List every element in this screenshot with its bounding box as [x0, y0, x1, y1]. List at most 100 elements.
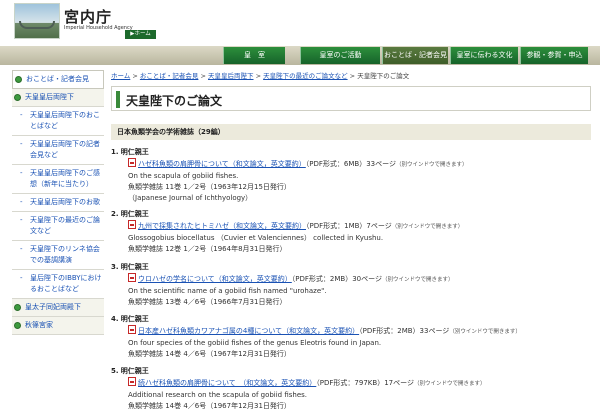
sidebar-item-okotoba[interactable]: おことば・記者会見: [12, 70, 104, 89]
paper-entry: 5. 明仁親王 続ハゼ科魚類の肩胛骨について （和文論文，英文要約）（PDF形式：…: [111, 366, 591, 412]
dash-icon: -: [20, 245, 23, 253]
dash-icon: -: [20, 169, 23, 177]
sidebar-item[interactable]: - 天皇陛下のリンネ協会での基調講演: [12, 241, 104, 270]
sidebar-item[interactable]: 皇太子同妃両殿下: [12, 299, 104, 317]
paper-journal: 魚類学雑誌 12巻 1／2号（1964年8月31日発行）: [128, 245, 287, 253]
breadcrumb-separator: >: [198, 72, 208, 80]
paper-author: 明仁親王: [120, 263, 149, 271]
global-nav: 皇 室 皇室のご活動 おことば・記者会見 皇室に伝わる文化 参観・参賀・申込: [0, 46, 600, 65]
paper-heading: 1. 明仁親王: [111, 147, 591, 158]
breadcrumb-separator: >: [253, 72, 264, 80]
paper-pdf-link[interactable]: 九州で採集されたヒトミハゼ（和文論文，英文要約）: [138, 222, 306, 230]
gnav-bunka[interactable]: 皇室に伝わる文化: [450, 47, 518, 64]
paper-heading: 2. 明仁親王: [111, 209, 591, 220]
sidebar-item-label: 天皇皇后両陛下の記者会見など: [30, 140, 100, 159]
pdf-icon: [128, 158, 136, 167]
paper-entry: 3. 明仁親王 ウロハゼの学名について（和文論文，英文要約）（PDF形式：2MB）…: [111, 262, 591, 308]
paper-english: On the scapula of gobiid fishes.: [128, 172, 239, 180]
page-title: 天皇陛下のご論文: [126, 94, 223, 108]
bullet-icon: [14, 94, 21, 101]
dash-icon: -: [20, 198, 23, 206]
paper-heading: 5. 明仁親王: [111, 366, 591, 377]
breadcrumb: ホーム > おことば・記者会見 > 天皇皇后両陛下 > 天皇陛下の最近のご論文な…: [111, 70, 591, 80]
sidebar-item[interactable]: - 天皇皇后両陛下のお歌: [12, 194, 104, 212]
breadcrumb-link[interactable]: ホーム: [111, 72, 130, 80]
paper-author: 明仁親王: [120, 315, 149, 323]
sidebar: おことば・記者会見 天皇皇后両陛下 - 天皇皇后両陛下のおことばなど - 天皇皇后両陛下…: [12, 70, 104, 335]
dash-icon: -: [20, 274, 23, 282]
paper-link-line: 九州で採集されたヒトミハゼ（和文論文，英文要約）（PDF形式：1MB）7ページ（…: [111, 220, 591, 233]
sidebar-item-label: 皇太子同妃両殿下: [25, 303, 81, 311]
sidebar-item-label: 天皇陛下のリンネ協会での基調講演: [30, 245, 100, 264]
sidebar-item[interactable]: - 天皇皇后両陛下のご感想（新年に当たり）: [12, 165, 104, 194]
paper-author: 明仁親王: [120, 210, 149, 218]
paper-pdf-link[interactable]: 続ハゼ科魚類の肩胛骨について （和文論文，英文要約）: [138, 379, 316, 387]
paper-english: Glossogobius biocellatus （Cuvier et Vale…: [128, 234, 384, 242]
breadcrumb-link[interactable]: おことば・記者会見: [140, 72, 199, 80]
sidebar-item-label: 天皇陛下の最近のご論文など: [30, 216, 100, 235]
sidebar-item[interactable]: 秋篠宮家: [12, 317, 104, 335]
paper-file-meta: （PDF形式：2MB）33ページ: [359, 327, 450, 335]
breadcrumb-separator: >: [347, 72, 358, 80]
new-window-note: （別ウインドウで開きます）: [413, 381, 486, 387]
paper-pdf-link[interactable]: ウロハゼの学名について（和文論文，英文要約）: [138, 275, 292, 283]
bullet-icon: [15, 76, 22, 83]
paper-number: 1.: [111, 148, 119, 156]
gnav-katsudo[interactable]: 皇室のご活動: [300, 47, 380, 64]
sidebar-item-label: 皇后陛下のIBBYにおけるおことばなど: [30, 274, 102, 293]
paper-link-line: ハゼ科魚類の肩胛骨について（和文論文，英文要約）（PDF形式：6MB）33ページ…: [111, 158, 591, 171]
paper-link-line: 日本産ハゼ科魚類カワアナゴ属の4種について（和文論文，英文要約）（PDF形式：2…: [111, 325, 591, 338]
paper-link-line: ウロハゼの学名について（和文論文，英文要約）（PDF形式：2MB）30ページ（別…: [111, 273, 591, 286]
dash-icon: -: [20, 140, 23, 148]
sidebar-list: 天皇皇后両陛下 - 天皇皇后両陛下のおことばなど - 天皇皇后両陛下の記者会見など - 天皇…: [12, 89, 104, 335]
site-header: 宮内庁 Imperial Household Agency ▶ホーム: [0, 0, 600, 46]
gnav-koshitsu[interactable]: 皇 室: [223, 47, 285, 64]
sidebar-item[interactable]: 天皇皇后両陛下: [12, 89, 104, 107]
breadcrumb-link[interactable]: 天皇皇后両陛下: [208, 72, 254, 80]
title-accent-bar: [116, 91, 120, 108]
dash-icon: -: [20, 111, 23, 119]
paper-english: Additional research on the scapula of go…: [128, 391, 308, 399]
new-window-note: （別ウインドウで開きます）: [382, 277, 454, 283]
site-title[interactable]: 宮内庁: [64, 6, 112, 27]
new-window-note: （別ウインドウで開きます）: [391, 224, 464, 230]
paper-file-meta: （PDF形式：2MB）30ページ: [291, 275, 382, 283]
pdf-icon: [128, 220, 136, 229]
paper-file-meta: （PDF形式：797KB）17ページ: [316, 379, 414, 387]
paper-link-line: 続ハゼ科魚類の肩胛骨について （和文論文，英文要約）（PDF形式：797KB）1…: [111, 377, 591, 390]
sidebar-item-label: 天皇皇后両陛下: [25, 93, 74, 101]
sidebar-item-label: 天皇皇后両陛下のおことばなど: [30, 111, 100, 130]
page-title-box: 天皇陛下のご論文: [111, 86, 591, 111]
paper-extra: （Japanese Journal of Ichthyology）: [128, 194, 253, 202]
home-button[interactable]: ▶ホーム: [125, 30, 156, 39]
sidebar-item[interactable]: - 天皇皇后両陛下のおことばなど: [12, 107, 104, 136]
paper-heading: 4. 明仁親王: [111, 314, 591, 325]
paper-english: On the scientific name of a gobiid fish …: [128, 287, 327, 295]
paper-pdf-link[interactable]: ハゼ科魚類の肩胛骨について（和文論文，英文要約）: [138, 160, 306, 168]
paper-pdf-link[interactable]: 日本産ハゼ科魚類カワアナゴ属の4種について（和文論文，英文要約）: [138, 327, 359, 335]
breadcrumb-separator: >: [130, 72, 140, 80]
pdf-icon: [128, 325, 136, 334]
sidebar-item-label: 天皇皇后両陛下のお歌: [30, 198, 100, 206]
paper-journal: 魚類学雑誌 13巻 4／6号（1966年7月31日発行）: [128, 298, 287, 306]
site-subtitle: Imperial Household Agency: [64, 25, 133, 31]
gnav-sankan[interactable]: 参観・参賀・申込: [520, 47, 588, 64]
gnav-okotoba[interactable]: おことば・記者会見: [382, 47, 448, 64]
bullet-icon: [14, 304, 21, 311]
paper-number: 4.: [111, 315, 119, 323]
paper-author: 明仁親王: [120, 148, 149, 156]
paper-author: 明仁親王: [120, 367, 149, 375]
sidebar-item[interactable]: - 皇后陛下のIBBYにおけるおことばなど: [12, 270, 104, 299]
sidebar-item[interactable]: - 天皇陛下の最近のご論文など: [12, 212, 104, 241]
paper-english: On four species of the gobiid fishes of …: [128, 339, 382, 347]
sidebar-item[interactable]: - 天皇皇后両陛下の記者会見など: [12, 136, 104, 165]
new-window-note: （別ウインドウで開きます）: [449, 329, 521, 335]
section-heading: 日本魚類学会の学術雑誌（29編）: [111, 124, 591, 140]
paper-heading: 3. 明仁親王: [111, 262, 591, 273]
breadcrumb-link[interactable]: 天皇陛下の最近のご論文など: [263, 72, 348, 80]
site-logo-image[interactable]: [14, 3, 60, 39]
paper-entry: 1. 明仁親王 ハゼ科魚類の肩胛骨について（和文論文，英文要約）（PDF形式：6M…: [111, 147, 591, 204]
paper-file-meta: （PDF形式：1MB）7ページ: [306, 222, 392, 230]
paper-entry: 2. 明仁親王 九州で採集されたヒトミハゼ（和文論文，英文要約）（PDF形式：1M…: [111, 209, 591, 255]
paper-journal: 魚類学雑誌 14巻 4／6号（1967年12月31日発行）: [128, 402, 291, 410]
